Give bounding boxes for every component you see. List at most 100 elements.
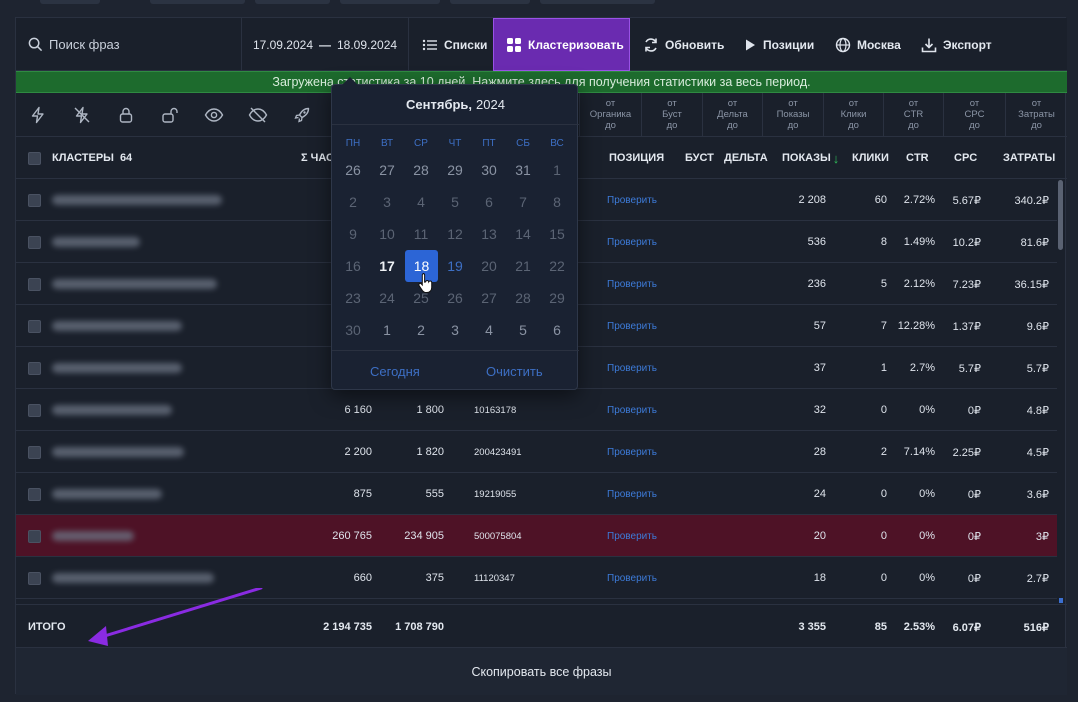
lists-button[interactable]: Списки [414, 18, 495, 71]
positions-button[interactable]: Позиции [735, 18, 822, 71]
refresh-button[interactable]: Обновить [635, 18, 732, 71]
calendar-day[interactable]: 2 [404, 314, 438, 346]
checkbox[interactable] [28, 571, 41, 585]
cluster-button[interactable]: Кластеризовать [493, 18, 630, 71]
checkbox[interactable] [28, 319, 41, 333]
scrollbar-thumb[interactable] [1058, 180, 1063, 250]
checkbox[interactable] [28, 529, 41, 543]
filter-delta[interactable]: от Дельта до [702, 93, 762, 137]
date-picker-popup[interactable]: Сентябрь, 2024 ПН ВТ СР ЧТ ПТ СБ ВС 26 27 28 29 30 3… [331, 84, 579, 391]
cluster-name[interactable] [52, 557, 214, 599]
table-row[interactable]: 2 200 1 820 200423491 Проверить 28 2 7.14% 2.25… [16, 431, 1057, 473]
cluster-name[interactable] [52, 263, 217, 305]
calendar-day[interactable]: 13 [472, 218, 506, 250]
filter-cpc[interactable]: от CPC до [943, 93, 1005, 137]
copy-all-phrases-button[interactable]: Скопировать все фразы [16, 648, 1067, 695]
calendar-day[interactable]: 2 [336, 186, 370, 218]
unlock-icon[interactable] [158, 103, 182, 127]
checkbox[interactable] [28, 151, 41, 165]
search-input[interactable] [49, 37, 229, 52]
filter-cost[interactable]: от Затраты до [1005, 93, 1067, 137]
delta-header[interactable]: ДЕЛЬТА [724, 137, 768, 179]
row-checkbox[interactable] [28, 263, 41, 305]
row-checkbox[interactable] [28, 305, 41, 347]
calendar-day[interactable]: 27 [472, 282, 506, 314]
calendar-day[interactable]: 4 [404, 186, 438, 218]
calendar-day[interactable]: 21 [506, 250, 540, 282]
check-position-link[interactable]: Проверить [607, 263, 657, 305]
filter-clicks[interactable]: от Клики до [823, 93, 883, 137]
calendar-day[interactable]: 28 [506, 282, 540, 314]
check-position-link[interactable]: Проверить [607, 305, 657, 347]
cluster-name[interactable] [52, 305, 182, 347]
table-row[interactable]: 6 160 1 800 10163178 Проверить 32 0 0% 0₽ 4.8₽ [16, 389, 1057, 431]
calendar-day[interactable]: 15 [540, 218, 574, 250]
calendar-day[interactable]: 1 [540, 154, 574, 186]
checkbox[interactable] [28, 487, 41, 501]
row-checkbox[interactable] [28, 389, 41, 431]
lock-icon[interactable] [114, 103, 138, 127]
row-checkbox[interactable] [28, 347, 41, 389]
cluster-name[interactable] [52, 389, 172, 431]
position-header[interactable]: ПОЗИЦИЯ [609, 137, 664, 179]
eye-off-icon[interactable] [246, 103, 270, 127]
today-button[interactable]: Сегодня [370, 351, 420, 391]
check-position-link[interactable]: Проверить [607, 347, 657, 389]
calendar-day[interactable]: 11 [404, 218, 438, 250]
cluster-name[interactable] [52, 347, 182, 389]
row-checkbox[interactable] [28, 221, 41, 263]
calendar-day[interactable]: 4 [472, 314, 506, 346]
calendar-day[interactable]: 7 [506, 186, 540, 218]
checkbox[interactable] [28, 361, 41, 375]
calendar-day[interactable]: 29 [438, 154, 472, 186]
cpc-header[interactable]: CPC [954, 137, 977, 179]
table-row[interactable]: 875 555 19219055 Проверить 24 0 0% 0₽ 3.6₽ [16, 473, 1057, 515]
check-position-link[interactable]: Проверить [607, 515, 657, 557]
calendar-day[interactable]: 30 [336, 314, 370, 346]
clicks-header[interactable]: КЛИКИ [852, 137, 889, 179]
calendar-day[interactable]: 24 [370, 282, 404, 314]
date-range-picker[interactable]: 17.09.2024 — 18.09.2024 [242, 18, 409, 71]
row-checkbox[interactable] [28, 515, 41, 557]
calendar-day[interactable]: 31 [506, 154, 540, 186]
row-checkbox[interactable] [28, 179, 41, 221]
checkbox[interactable] [28, 445, 41, 459]
lightning-off-icon[interactable] [70, 103, 94, 127]
cluster-name[interactable] [52, 431, 184, 473]
calendar-day[interactable]: 29 [540, 282, 574, 314]
shows-header[interactable]: ПОКАЗЫ ↓ [782, 137, 839, 179]
calendar-day[interactable]: 8 [540, 186, 574, 218]
calendar-day[interactable]: 12 [438, 218, 472, 250]
calendar-day[interactable]: 1 [370, 314, 404, 346]
row-checkbox[interactable] [28, 431, 41, 473]
calendar-day[interactable]: 19 [438, 250, 472, 282]
ctr-header[interactable]: CTR [906, 137, 929, 179]
calendar-day[interactable]: 14 [506, 218, 540, 250]
boost-header[interactable]: БУСТ [685, 137, 714, 179]
checkbox[interactable] [28, 277, 41, 291]
calendar-day[interactable]: 17 [370, 250, 404, 282]
cluster-name[interactable] [52, 473, 162, 515]
cost-header[interactable]: ЗАТРАТЫ [1003, 137, 1055, 179]
table-row[interactable]: 660 375 11120347 Проверить 18 0 0% 0₽ 2.7₽ [16, 557, 1057, 599]
calendar-day[interactable]: 3 [370, 186, 404, 218]
check-position-link[interactable]: Проверить [607, 389, 657, 431]
table-row[interactable]: 260 765 234 905 500075804 Проверить 20 0 0% 0₽ 3… [16, 515, 1057, 557]
calendar-day[interactable]: 5 [438, 186, 472, 218]
region-button[interactable]: Москва [827, 18, 909, 71]
calendar-day[interactable]: 3 [438, 314, 472, 346]
calendar-day[interactable]: 6 [540, 314, 574, 346]
calendar-day[interactable]: 23 [336, 282, 370, 314]
filter-boost[interactable]: от Буст до [641, 93, 702, 137]
select-all-checkbox[interactable] [28, 137, 41, 179]
calendar-day[interactable]: 22 [540, 250, 574, 282]
row-checkbox[interactable] [28, 473, 41, 515]
eye-icon[interactable] [202, 103, 226, 127]
check-position-link[interactable]: Проверить [607, 557, 657, 599]
calendar-day[interactable]: 26 [336, 154, 370, 186]
rocket-icon[interactable] [290, 103, 314, 127]
checkbox[interactable] [28, 403, 41, 417]
calendar-day[interactable]: 6 [472, 186, 506, 218]
calendar-day[interactable]: 28 [404, 154, 438, 186]
calendar-day[interactable]: 16 [336, 250, 370, 282]
